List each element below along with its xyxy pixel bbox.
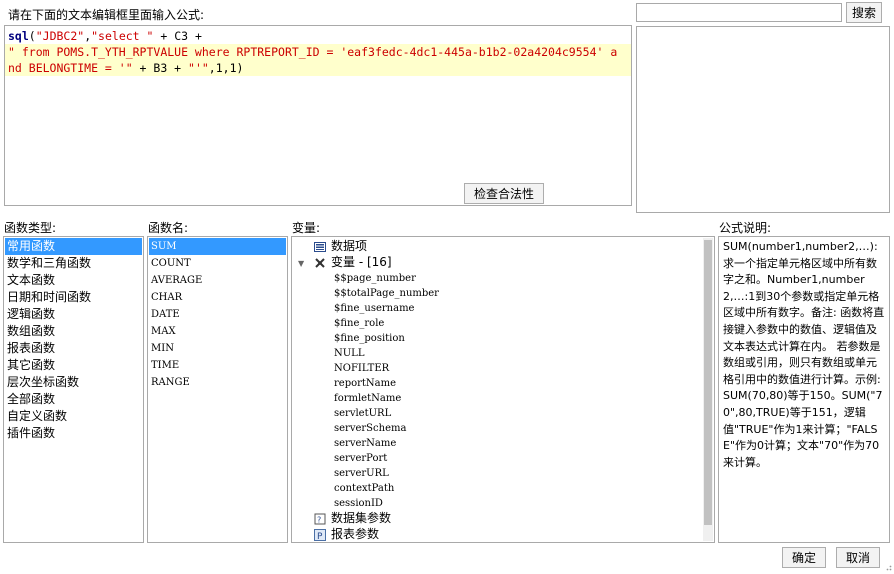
category-item[interactable]: 常用函数: [5, 238, 142, 255]
variable-item[interactable]: contextPath: [334, 481, 394, 496]
category-item[interactable]: 日期和时间函数: [5, 289, 142, 306]
category-item[interactable]: 数组函数: [5, 323, 142, 340]
code-token: " from POMS.T_YTH_RPTVALUE where RPTREPO…: [8, 45, 618, 59]
svg-text:?: ?: [317, 515, 321, 524]
editor-line-2[interactable]: " from POMS.T_YTH_RPTVALUE where RPTREPO…: [5, 44, 631, 60]
code-token: "select ": [91, 29, 154, 43]
function-item[interactable]: SUM: [149, 238, 286, 255]
tree-item-report-params[interactable]: P 报表参数: [314, 527, 379, 542]
report-params-icon: P: [314, 528, 326, 542]
function-item[interactable]: RANGE: [149, 374, 286, 391]
category-item[interactable]: 全部函数: [5, 391, 142, 408]
variable-tree-scrollbar[interactable]: [703, 238, 713, 541]
formula-description-box: SUM(number1,number2,…): 求一个指定单元格区域中所有数字之…: [718, 236, 890, 543]
category-item[interactable]: 插件函数: [5, 425, 142, 442]
function-item[interactable]: MAX: [149, 323, 286, 340]
variable-tree[interactable]: 数据项 ▼ 变量 - [16] $$page_number $$totalPage…: [291, 236, 715, 543]
tree-item-dataset[interactable]: 数据项: [314, 239, 367, 254]
category-item[interactable]: 逻辑函数: [5, 306, 142, 323]
function-item[interactable]: TIME: [149, 357, 286, 374]
function-item[interactable]: DATE: [149, 306, 286, 323]
code-token: "'": [188, 61, 209, 75]
variable-item[interactable]: sessionID: [334, 496, 383, 511]
tree-item-variables-label: 变量 - [16]: [331, 255, 392, 269]
variable-item[interactable]: serverSchema: [334, 421, 406, 436]
tree-item-dataset-label: 数据项: [331, 239, 368, 253]
editor-line-1[interactable]: sql("JDBC2","select " + C3 +: [5, 28, 631, 44]
resize-grip-icon[interactable]: [884, 560, 892, 571]
chevron-down-icon[interactable]: ▼: [298, 256, 308, 271]
dataset-params-icon: ?: [314, 513, 326, 525]
category-item[interactable]: 文本函数: [5, 272, 142, 289]
variable-item[interactable]: $fine_username: [334, 301, 414, 316]
cancel-button[interactable]: 取消: [836, 547, 880, 568]
variable-item[interactable]: NULL: [334, 346, 364, 361]
function-item[interactable]: MIN: [149, 340, 286, 357]
check-validity-button[interactable]: 检查合法性: [464, 183, 544, 204]
formula-description-text: SUM(number1,number2,…): 求一个指定单元格区域中所有数字之…: [723, 240, 885, 469]
variable-item[interactable]: serverName: [334, 436, 396, 451]
tree-item-variables[interactable]: ▼ 变量 - [16]: [298, 255, 392, 270]
variable-item[interactable]: $$page_number: [334, 271, 416, 286]
functions-title: 函数名:: [148, 221, 189, 235]
tree-item-dataset-params-label: 数据集参数: [331, 511, 392, 525]
function-item[interactable]: COUNT: [149, 255, 286, 272]
category-item[interactable]: 自定义函数: [5, 408, 142, 425]
function-item[interactable]: AVERAGE: [149, 272, 286, 289]
tree-item-report-params-label: 报表参数: [331, 527, 380, 541]
category-item[interactable]: 数学和三角函数: [5, 255, 142, 272]
category-item[interactable]: 报表函数: [5, 340, 142, 357]
variable-item[interactable]: servletURL: [334, 406, 391, 421]
variable-item[interactable]: NOFILTER: [334, 361, 389, 376]
categories-title: 函数类型:: [4, 221, 57, 235]
code-token: (: [28, 29, 36, 43]
code-token: "JDBC2": [35, 29, 85, 43]
editor-prompt-label: 请在下面的文本编辑框里面输入公式:: [8, 8, 205, 22]
variable-item[interactable]: formletName: [334, 391, 401, 406]
category-item[interactable]: 层次坐标函数: [5, 374, 142, 391]
variable-item[interactable]: $fine_role: [334, 316, 384, 331]
variable-item[interactable]: $$totalPage_number: [334, 286, 439, 301]
code-token: + C3 +: [153, 29, 202, 43]
variable-item[interactable]: serverURL: [334, 466, 389, 481]
search-input[interactable]: [636, 3, 842, 22]
function-item[interactable]: CHAR: [149, 289, 286, 306]
category-item[interactable]: 其它函数: [5, 357, 142, 374]
category-list[interactable]: 常用函数 数学和三角函数 文本函数 日期和时间函数 逻辑函数 数组函数 报表函数 其它函数 层次…: [3, 236, 144, 543]
scrollbar-thumb[interactable]: [704, 240, 712, 525]
ok-button[interactable]: 确定: [782, 547, 826, 568]
code-token: + B3 +: [132, 61, 189, 75]
svg-text:P: P: [317, 532, 323, 541]
variable-item[interactable]: serverPort: [334, 451, 387, 466]
code-token: ,1,1): [208, 61, 244, 75]
search-results-box[interactable]: [636, 26, 890, 213]
variable-item[interactable]: reportName: [334, 376, 396, 391]
variables-title: 变量:: [292, 221, 321, 235]
function-list[interactable]: SUM COUNT AVERAGE CHAR DATE MAX MIN TIME RANGE: [147, 236, 288, 543]
editor-line-3[interactable]: nd BELONGTIME = '" + B3 + "'",1,1): [5, 60, 631, 76]
tree-item-dataset-params[interactable]: ? 数据集参数: [314, 511, 391, 526]
search-button[interactable]: 搜索: [846, 2, 882, 23]
code-token: sql: [8, 29, 29, 43]
formula-editor[interactable]: sql("JDBC2","select " + C3 + " from POMS…: [4, 25, 632, 206]
code-token: nd BELONGTIME = '": [8, 61, 133, 75]
variable-group-icon: [314, 257, 326, 269]
dataset-icon: [314, 241, 326, 253]
variable-item[interactable]: $fine_position: [334, 331, 405, 346]
description-title: 公式说明:: [719, 221, 772, 235]
